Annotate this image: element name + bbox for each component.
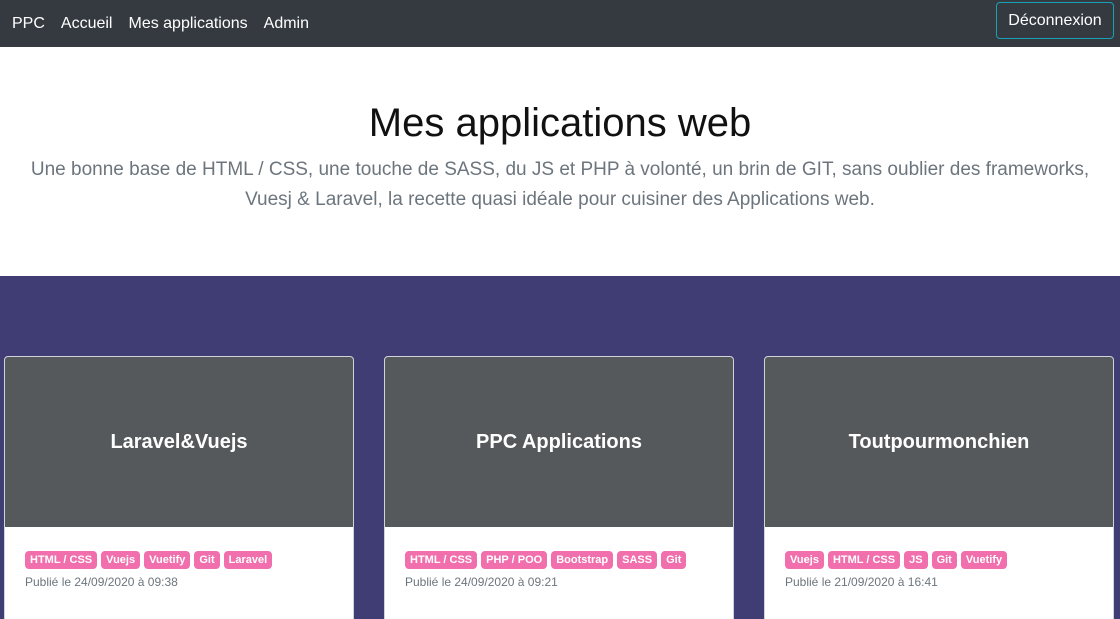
tag-badge: Laravel [223, 551, 273, 569]
tag-badge: HTML / CSS [405, 551, 478, 569]
tag-badge: Git [931, 551, 957, 569]
app-card-toutpourmonchien[interactable]: Toutpourmonchien Vuejs HTML / CSS JS Git… [764, 356, 1114, 619]
app-card-body: HTML / CSS PHP / POO Bootstrap SASS Git … [385, 527, 733, 589]
tag-list: HTML / CSS Vuejs Vuetify Git Laravel [25, 551, 333, 569]
tag-badge: Git [194, 551, 220, 569]
top-navbar: PPC Accueil Mes applications Admin Décon… [0, 0, 1120, 47]
app-card-title: Laravel&Vuejs [110, 430, 248, 453]
app-card-cover[interactable]: Toutpourmonchien [765, 357, 1113, 527]
app-card-title: Toutpourmonchien [848, 430, 1030, 453]
tag-badge: HTML / CSS [827, 551, 901, 569]
published-date: Publié le 21/09/2020 à 16:41 [785, 575, 938, 589]
tag-badge: PHP / POO [481, 551, 548, 569]
nav-link-accueil[interactable]: Accueil [61, 15, 113, 33]
tag-badge: Vuejs [101, 551, 141, 569]
tag-badge: Vuejs [785, 551, 824, 569]
brand-link[interactable]: PPC [12, 15, 45, 33]
tag-badge: Git [661, 551, 687, 569]
nav-link-admin[interactable]: Admin [264, 15, 309, 33]
app-card-ppc-applications[interactable]: PPC Applications HTML / CSS PHP / POO Bo… [384, 356, 734, 619]
tag-badge: Vuetify [144, 551, 191, 569]
tag-badge: Bootstrap [551, 551, 614, 569]
published-date: Publié le 24/09/2020 à 09:38 [25, 575, 178, 589]
page-lead: Une bonne base de HTML / CSS, une touche… [30, 159, 1090, 210]
tag-badge: Vuetify [960, 551, 1008, 569]
tag-list: HTML / CSS PHP / POO Bootstrap SASS Git [405, 551, 713, 569]
nav-link-mes-applications[interactable]: Mes applications [128, 15, 247, 33]
tag-badge: HTML / CSS [25, 551, 98, 569]
tag-badge: SASS [617, 551, 658, 569]
tag-list: Vuejs HTML / CSS JS Git Vuetify [785, 551, 1093, 569]
logout-button[interactable]: Déconnexion [996, 2, 1114, 39]
app-card-cover[interactable]: Laravel&Vuejs [5, 357, 353, 527]
tag-badge: JS [904, 551, 928, 569]
app-card-body: Vuejs HTML / CSS JS Git Vuetify Publié l… [765, 527, 1113, 589]
hero-section: Mes applications web Une bonne base de H… [0, 47, 1120, 276]
published-date: Publié le 24/09/2020 à 09:21 [405, 575, 558, 589]
page-title: Mes applications web [368, 101, 752, 145]
applications-section: Laravel&Vuejs HTML / CSS Vuejs Vuetify G… [0, 276, 1120, 619]
app-card-cover[interactable]: PPC Applications [385, 357, 733, 527]
app-card-title: PPC Applications [476, 430, 642, 453]
app-card-laravel-vuejs[interactable]: Laravel&Vuejs HTML / CSS Vuejs Vuetify G… [4, 356, 354, 619]
app-card-body: HTML / CSS Vuejs Vuetify Git Laravel Pub… [5, 527, 353, 589]
